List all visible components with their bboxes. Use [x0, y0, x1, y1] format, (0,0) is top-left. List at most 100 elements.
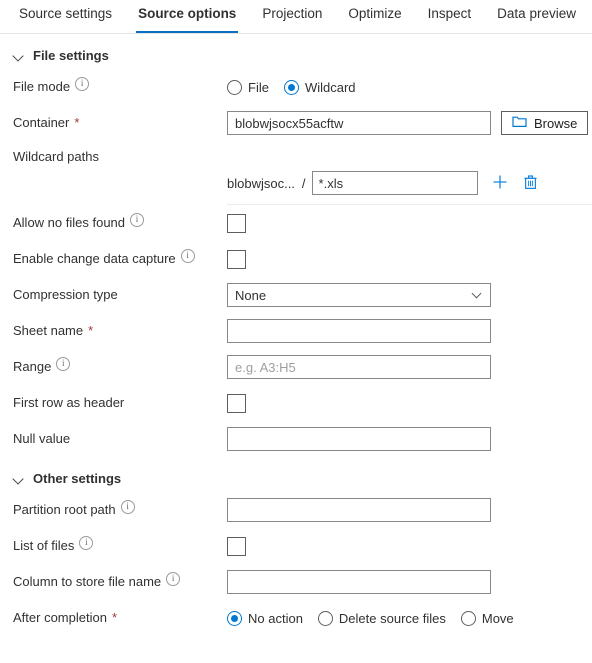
label-column-to-store-file-name: Column to store file name — [13, 572, 227, 590]
required-asterisk: * — [111, 610, 117, 625]
label-text: Compression type — [13, 287, 118, 302]
tab-data-preview[interactable]: Data preview — [484, 0, 589, 33]
row-wildcard-paths: blobwjsoc... / — [0, 167, 592, 199]
control-range — [227, 355, 592, 379]
tab-source-settings[interactable]: Source settings — [6, 0, 125, 33]
radio-circle — [317, 610, 333, 626]
label-text: Container — [13, 115, 70, 130]
label-file-mode: File mode — [13, 77, 227, 95]
list-of-files-checkbox[interactable] — [227, 536, 246, 556]
label-wildcard-paths: Wildcard paths — [13, 149, 227, 165]
label-text: Wildcard paths — [13, 149, 99, 164]
info-icon[interactable] — [79, 536, 94, 550]
info-icon[interactable] — [120, 500, 135, 514]
tab-source-options[interactable]: Source options — [125, 0, 249, 33]
range-input[interactable] — [227, 355, 491, 379]
control-partition-root-path — [227, 498, 592, 522]
section-header-other-settings[interactable]: Other settings — [0, 457, 592, 492]
label-text: List of files — [13, 538, 75, 553]
label-enable-change-data-capture: Enable change data capture — [13, 249, 227, 267]
enable-change-data-capture-checkbox[interactable] — [227, 249, 246, 269]
row-first-row-as-header: First row as header — [0, 385, 592, 421]
control-container: Browse — [227, 111, 592, 135]
label-text: Partition root path — [13, 502, 116, 517]
control-file-mode: File Wildcard — [227, 79, 592, 95]
label-sheet-name: Sheet name * — [13, 323, 227, 339]
control-after-completion: No action Delete source files Move — [227, 610, 592, 626]
partition-root-path-input[interactable] — [227, 498, 491, 522]
label-text: Allow no files found — [13, 215, 126, 230]
control-first-row-as-header — [227, 393, 592, 413]
container-input[interactable] — [227, 111, 491, 135]
wildcard-container-prefix: blobwjsoc... — [227, 175, 295, 191]
add-wildcard-path-button[interactable] — [491, 173, 509, 193]
radio-label: No action — [248, 610, 303, 626]
tab-inspect[interactable]: Inspect — [415, 0, 485, 33]
control-null-value — [227, 427, 592, 451]
info-icon[interactable] — [56, 357, 71, 371]
radio-file-mode-wildcard[interactable]: Wildcard — [283, 79, 356, 95]
row-after-completion: After completion * No action Delete sour… — [0, 600, 592, 636]
first-row-as-header-checkbox[interactable] — [227, 393, 246, 413]
control-list-of-files — [227, 536, 592, 556]
radio-label: Delete source files — [338, 610, 446, 626]
control-column-to-store-file-name — [227, 570, 592, 594]
label-compression-type: Compression type — [13, 287, 227, 303]
delete-wildcard-path-button[interactable] — [522, 173, 540, 193]
tab-label: Inspect — [427, 6, 472, 21]
radio-label: File — [248, 79, 269, 95]
info-icon[interactable] — [180, 249, 195, 263]
folder-icon — [512, 115, 527, 131]
label-allow-no-files-found: Allow no files found — [13, 213, 227, 231]
column-to-store-file-name-input[interactable] — [227, 570, 491, 594]
label-text: Null value — [13, 431, 71, 446]
allow-no-files-found-checkbox[interactable] — [227, 213, 246, 233]
info-icon[interactable] — [130, 213, 145, 227]
row-container: Container * Browse — [0, 105, 592, 141]
tab-label: Optimize — [348, 6, 402, 21]
compression-type-value[interactable] — [227, 283, 491, 307]
plus-icon — [492, 174, 508, 193]
radio-after-completion-move[interactable]: Move — [460, 610, 514, 626]
required-asterisk: * — [88, 323, 94, 338]
section-title: Other settings — [33, 471, 122, 486]
label-range: Range — [13, 357, 227, 375]
tab-optimize[interactable]: Optimize — [335, 0, 414, 33]
section-title: File settings — [33, 48, 109, 63]
label-text: Column to store file name — [13, 574, 162, 589]
row-column-to-store-file-name: Column to store file name — [0, 564, 592, 600]
sheet-name-input[interactable] — [227, 319, 491, 343]
radio-label: Move — [481, 610, 514, 626]
label-text: File mode — [13, 79, 71, 94]
tab-bar: Source settings Source options Projectio… — [0, 0, 592, 34]
wildcard-separator: / — [301, 175, 306, 191]
label-text: Sheet name — [13, 323, 84, 338]
control-enable-change-data-capture — [227, 249, 592, 269]
wildcard-path-input[interactable] — [311, 171, 478, 195]
row-wildcard-paths-label: Wildcard paths — [0, 141, 592, 167]
control-allow-no-files-found — [227, 213, 592, 233]
radio-label: Wildcard — [304, 79, 356, 95]
row-null-value: Null value — [0, 421, 592, 457]
tab-label: Projection — [262, 6, 323, 21]
null-value-input[interactable] — [227, 427, 491, 451]
browse-label: Browse — [534, 115, 578, 131]
label-container: Container * — [13, 115, 227, 131]
info-icon[interactable] — [166, 572, 181, 586]
radio-circle-selected — [227, 610, 242, 626]
label-first-row-as-header: First row as header — [13, 395, 227, 411]
radio-file-mode-file[interactable]: File — [227, 79, 269, 95]
row-file-mode: File mode File Wildcard — [0, 69, 592, 105]
radio-after-completion-delete-source-files[interactable]: Delete source files — [317, 610, 446, 626]
label-text: Enable change data capture — [13, 251, 176, 266]
radio-circle — [460, 610, 476, 626]
compression-type-dropdown[interactable] — [227, 283, 491, 307]
row-allow-no-files-found: Allow no files found — [0, 205, 592, 241]
tab-projection[interactable]: Projection — [249, 0, 335, 33]
trash-icon — [523, 174, 538, 193]
info-icon[interactable] — [75, 77, 90, 91]
browse-button[interactable]: Browse — [501, 111, 589, 135]
section-header-file-settings[interactable]: File settings — [0, 34, 592, 69]
radio-after-completion-no-action[interactable]: No action — [227, 610, 303, 626]
source-options-form: File settings File mode File Wildcard Co… — [0, 34, 592, 636]
